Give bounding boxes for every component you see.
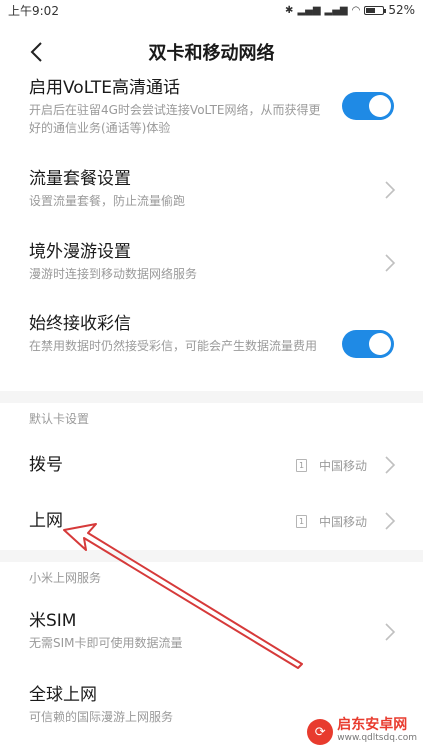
data-card-row[interactable]: 上网 1 中国移动 bbox=[0, 496, 423, 546]
data-plan-row[interactable]: 流量套餐设置 设置流量套餐，防止流量偷跑 bbox=[0, 168, 423, 228]
roaming-title: 境外漫游设置 bbox=[29, 242, 131, 262]
sim-card-icon: 1 bbox=[295, 515, 307, 528]
global-internet-title: 全球上网 bbox=[29, 685, 97, 705]
data-plan-subtitle: 设置流量套餐，防止流量偷跑 bbox=[29, 194, 186, 208]
dial-row[interactable]: 拨号 1 中国移动 bbox=[0, 440, 423, 490]
data-card-value: 1 中国移动 bbox=[295, 513, 367, 530]
chevron-left-icon bbox=[30, 42, 42, 62]
volte-toggle[interactable] bbox=[342, 92, 394, 120]
volte-subtitle: 开启后在驻留4G时会尝试连接VoLTE网络，从而获得更好的通信业务(通话等)体验 bbox=[29, 103, 321, 135]
mms-subtitle: 在禁用数据时仍然接受彩信，可能会产生数据流量费用 bbox=[29, 339, 318, 353]
chevron-right-icon bbox=[385, 512, 396, 530]
title-bar: 双卡和移动网络 bbox=[0, 20, 423, 84]
dial-value: 1 中国移动 bbox=[295, 457, 367, 474]
battery-percent: 52% bbox=[388, 3, 415, 17]
chevron-right-icon bbox=[385, 623, 396, 641]
wifi-icon: ◠ bbox=[351, 4, 361, 16]
bluetooth-icon: ✱ bbox=[285, 4, 294, 16]
chevron-right-icon bbox=[385, 181, 396, 199]
chevron-right-icon bbox=[385, 254, 396, 272]
signal-icon: ▂▄▆ bbox=[297, 4, 321, 16]
back-button[interactable] bbox=[14, 30, 58, 74]
watermark-logo: ⟳ bbox=[307, 719, 334, 745]
mi-sim-title: 米SIM bbox=[29, 611, 77, 631]
watermark-name: 启东安卓网 bbox=[337, 717, 408, 733]
page-title: 双卡和移动网络 bbox=[148, 43, 275, 64]
watermark-text: 启东安卓网 www.qdltsdq.com bbox=[337, 717, 417, 745]
mi-service-header: 小米上网服务 bbox=[29, 571, 102, 585]
status-bar: 上午9:02 ✱ ▂▄▆ ▂▄▆ ◠ 52% bbox=[0, 0, 423, 20]
volte-row[interactable]: 启用VoLTE高清通话 开启后在驻留4G时会尝试连接VoLTE网络，从而获得更好… bbox=[0, 77, 423, 152]
global-internet-subtitle: 可信赖的国际漫游上网服务 bbox=[29, 710, 174, 724]
toggle-knob bbox=[369, 333, 391, 355]
roaming-subtitle: 漫游时连接到移动数据网络服务 bbox=[29, 267, 198, 281]
dial-carrier: 中国移动 bbox=[318, 459, 367, 473]
watermark: ⟳ 启东安卓网 www.qdltsdq.com bbox=[307, 717, 417, 745]
battery-icon bbox=[364, 5, 387, 15]
battery-fill bbox=[366, 7, 375, 13]
section-divider bbox=[0, 550, 423, 562]
mi-sim-row[interactable]: 米SIM 无需SIM卡即可使用数据流量 bbox=[0, 610, 423, 670]
section-divider bbox=[0, 391, 423, 403]
data-plan-title: 流量套餐设置 bbox=[29, 169, 131, 189]
mms-toggle[interactable] bbox=[342, 330, 394, 358]
data-card-carrier: 中国移动 bbox=[318, 515, 367, 529]
mms-row[interactable]: 始终接收彩信 在禁用数据时仍然接受彩信，可能会产生数据流量费用 bbox=[0, 313, 423, 388]
default-card-header: 默认卡设置 bbox=[29, 412, 90, 426]
toggle-knob bbox=[369, 95, 391, 117]
signal-icon-2: ▂▄▆ bbox=[324, 4, 348, 16]
chevron-right-icon bbox=[385, 456, 396, 474]
sim-card-icon: 1 bbox=[295, 459, 307, 472]
status-icons: ✱ ▂▄▆ ▂▄▆ ◠ 52% bbox=[285, 3, 415, 17]
mi-sim-subtitle: 无需SIM卡即可使用数据流量 bbox=[29, 636, 183, 650]
watermark-url: www.qdltsdq.com bbox=[337, 733, 417, 743]
status-time: 上午9:02 bbox=[8, 3, 59, 18]
roaming-row[interactable]: 境外漫游设置 漫游时连接到移动数据网络服务 bbox=[0, 241, 423, 301]
